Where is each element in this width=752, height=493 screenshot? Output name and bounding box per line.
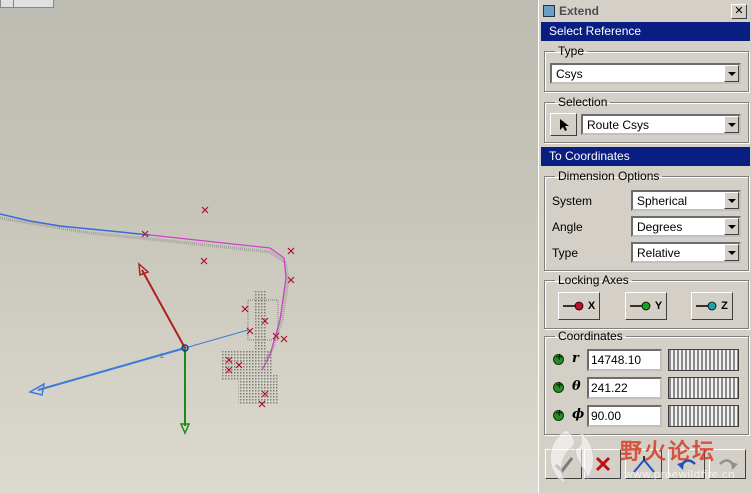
redo-button[interactable]	[709, 449, 746, 479]
coordinate-row-phi: ϕ 90.00	[548, 405, 743, 427]
coordinate-toggle-icon[interactable]	[553, 380, 564, 393]
lock-x-axis-button[interactable]: X	[558, 292, 600, 320]
chevron-down-icon[interactable]	[724, 65, 739, 82]
theta-value-field[interactable]: 241.22	[587, 377, 662, 399]
chevron-down-icon[interactable]	[724, 218, 739, 235]
dimension-type-select-value: Relative	[637, 245, 681, 260]
system-select-value: Spherical	[637, 193, 688, 208]
type-select-value: Csys	[556, 66, 583, 81]
cancel-x-icon	[595, 456, 610, 472]
coordinate-toggle-icon[interactable]	[553, 352, 564, 365]
preview-icon	[632, 456, 655, 473]
locking-axes-legend: Locking Axes	[558, 273, 629, 287]
preview-button[interactable]	[625, 449, 662, 479]
theta-symbol: θ	[572, 379, 581, 394]
selection-select[interactable]: Route Csys	[581, 114, 741, 135]
system-select[interactable]: Spherical	[631, 190, 741, 211]
phi-value-field[interactable]: 90.00	[587, 405, 662, 427]
angle-label: Angle	[552, 220, 583, 234]
chevron-down-icon[interactable]	[724, 192, 739, 209]
svg-text:z: z	[160, 351, 164, 360]
coordinate-toggle-icon[interactable]	[553, 408, 564, 421]
x-axis-lock-icon	[562, 301, 584, 311]
angle-select[interactable]: Degrees	[631, 216, 741, 237]
select-pointer-button[interactable]	[550, 113, 577, 136]
route-shadow	[0, 216, 290, 361]
r-symbol: r	[572, 351, 579, 366]
app-icon	[543, 5, 555, 17]
dialog-titlebar[interactable]: Extend ✕	[541, 2, 749, 20]
chevron-down-icon[interactable]	[724, 244, 739, 261]
model-scene[interactable]: z	[0, 0, 538, 493]
type-select[interactable]: Csys	[550, 63, 741, 84]
lock-y-axis-button[interactable]: Y	[625, 292, 667, 320]
undo-icon	[676, 459, 696, 470]
r-value-field[interactable]: 14748.10	[587, 349, 662, 371]
r-thumbwheel[interactable]	[668, 349, 739, 371]
selection-select-value: Route Csys	[587, 117, 650, 132]
theta-thumbwheel[interactable]	[668, 377, 739, 399]
ok-check-icon	[554, 457, 573, 473]
phi-thumbwheel[interactable]	[668, 405, 739, 427]
ok-button[interactable]	[545, 449, 582, 479]
dimension-options-legend: Dimension Options	[558, 169, 660, 183]
lock-z-axis-button[interactable]: Z	[691, 292, 733, 320]
cancel-button[interactable]	[584, 449, 621, 479]
redo-icon	[718, 459, 738, 470]
coordinates-legend: Coordinates	[558, 329, 623, 343]
dialog-title: Extend	[559, 4, 600, 18]
z-axis-lock-icon	[696, 301, 717, 311]
undo-button[interactable]	[668, 449, 705, 479]
graphics-viewport[interactable]: z	[0, 0, 538, 493]
x-axis-label: X	[587, 300, 596, 312]
angle-select-value: Degrees	[637, 219, 683, 234]
selection-group-legend: Selection	[558, 95, 608, 109]
chevron-down-icon[interactable]	[724, 116, 739, 133]
coordinate-row-theta: θ 241.22	[548, 377, 743, 399]
to-coordinates-header[interactable]: To Coordinates	[541, 147, 750, 166]
arrow-pointer-icon	[559, 118, 569, 131]
dimension-type-select[interactable]: Relative	[631, 242, 741, 263]
z-axis-label: Z	[721, 300, 728, 312]
close-button[interactable]: ✕	[731, 4, 747, 19]
select-reference-header[interactable]: Select Reference	[541, 22, 750, 41]
coordinate-row-r: r 14748.10	[548, 349, 743, 371]
dimension-type-label: Type	[552, 246, 579, 260]
type-group-legend: Type	[558, 44, 585, 58]
extend-dialog: Extend ✕ Select Reference Type Csys Sele…	[538, 0, 752, 493]
y-axis-lock-icon	[629, 301, 651, 311]
y-axis-label: Y	[654, 300, 663, 312]
csys-axes: z	[28, 262, 249, 435]
phi-symbol: ϕ	[572, 407, 585, 422]
system-label: System	[552, 194, 593, 208]
fitting-cluster	[222, 290, 279, 405]
